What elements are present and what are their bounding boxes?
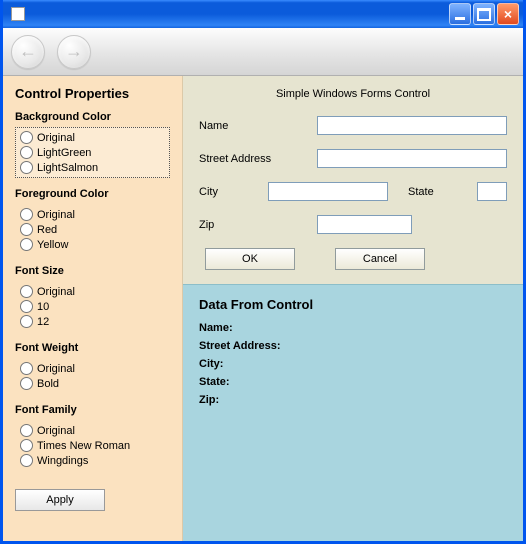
fg-radio-yellow[interactable] <box>20 238 33 251</box>
street-label: Street Address <box>199 153 309 165</box>
state-input[interactable] <box>477 182 507 201</box>
fg-group: Original Red Yellow <box>15 204 170 255</box>
data-panel-title: Data From Control <box>199 297 507 312</box>
family-heading: Font Family <box>15 404 170 416</box>
fg-radio-red[interactable] <box>20 223 33 236</box>
bg-label-0: Original <box>37 132 75 144</box>
weight-radio-bold[interactable] <box>20 377 33 390</box>
fg-radio-original[interactable] <box>20 208 33 221</box>
family-group: Original Times New Roman Wingdings <box>15 420 170 471</box>
maximize-button[interactable] <box>473 3 495 25</box>
city-label: City <box>199 186 260 198</box>
bg-radio-original[interactable] <box>20 131 33 144</box>
data-zip-label: Zip: <box>199 394 219 406</box>
bg-heading: Background Color <box>15 111 170 123</box>
weight-label-0: Original <box>37 363 75 375</box>
weight-heading: Font Weight <box>15 342 170 354</box>
name-input[interactable] <box>317 116 507 135</box>
fg-heading: Foreground Color <box>15 188 170 200</box>
form-title: Simple Windows Forms Control <box>199 88 507 100</box>
weight-radio-original[interactable] <box>20 362 33 375</box>
sidebar: Control Properties Background Color Orig… <box>3 76 183 541</box>
fg-label-1: Red <box>37 224 57 236</box>
size-label-1: 10 <box>37 301 49 313</box>
street-input[interactable] <box>317 149 507 168</box>
family-label-2: Wingdings <box>37 455 88 467</box>
window-frame: × ← → Control Properties Background Colo… <box>0 0 526 544</box>
state-label: State <box>408 186 469 198</box>
bg-label-2: LightSalmon <box>37 162 98 174</box>
toolbar: ← → <box>3 28 523 76</box>
cancel-button[interactable]: Cancel <box>335 248 425 270</box>
zip-input[interactable] <box>317 215 412 234</box>
size-label-0: Original <box>37 286 75 298</box>
data-name-label: Name: <box>199 322 233 334</box>
apply-button[interactable]: Apply <box>15 489 105 511</box>
family-radio-times[interactable] <box>20 439 33 452</box>
bg-label-1: LightGreen <box>37 147 91 159</box>
sidebar-title: Control Properties <box>15 86 170 101</box>
data-panel: Data From Control Name: Street Address: … <box>183 284 523 541</box>
city-input[interactable] <box>268 182 388 201</box>
weight-label-1: Bold <box>37 378 59 390</box>
data-state-label: State: <box>199 376 230 388</box>
family-radio-original[interactable] <box>20 424 33 437</box>
size-radio-12[interactable] <box>20 315 33 328</box>
name-label: Name <box>199 120 309 132</box>
data-city-label: City: <box>199 358 223 370</box>
size-heading: Font Size <box>15 265 170 277</box>
size-label-2: 12 <box>37 316 49 328</box>
size-radio-original[interactable] <box>20 285 33 298</box>
forward-button[interactable]: → <box>57 35 91 69</box>
fg-label-0: Original <box>37 209 75 221</box>
app-icon <box>11 7 25 21</box>
bg-radio-lightgreen[interactable] <box>20 146 33 159</box>
close-button[interactable]: × <box>497 3 519 25</box>
family-label-0: Original <box>37 425 75 437</box>
size-radio-10[interactable] <box>20 300 33 313</box>
weight-group: Original Bold <box>15 358 170 394</box>
bg-group: Original LightGreen LightSalmon <box>15 127 170 178</box>
bg-radio-lightsalmon[interactable] <box>20 161 33 174</box>
size-group: Original 10 12 <box>15 281 170 332</box>
family-label-1: Times New Roman <box>37 440 130 452</box>
fg-label-2: Yellow <box>37 239 68 251</box>
arrow-right-icon: → <box>65 41 83 62</box>
titlebar: × <box>3 0 523 28</box>
zip-label: Zip <box>199 219 309 231</box>
minimize-button[interactable] <box>449 3 471 25</box>
data-street-label: Street Address: <box>199 340 281 352</box>
arrow-left-icon: ← <box>19 41 37 62</box>
form-panel: Simple Windows Forms Control Name Street… <box>183 76 523 284</box>
family-radio-wingdings[interactable] <box>20 454 33 467</box>
ok-button[interactable]: OK <box>205 248 295 270</box>
back-button[interactable]: ← <box>11 35 45 69</box>
